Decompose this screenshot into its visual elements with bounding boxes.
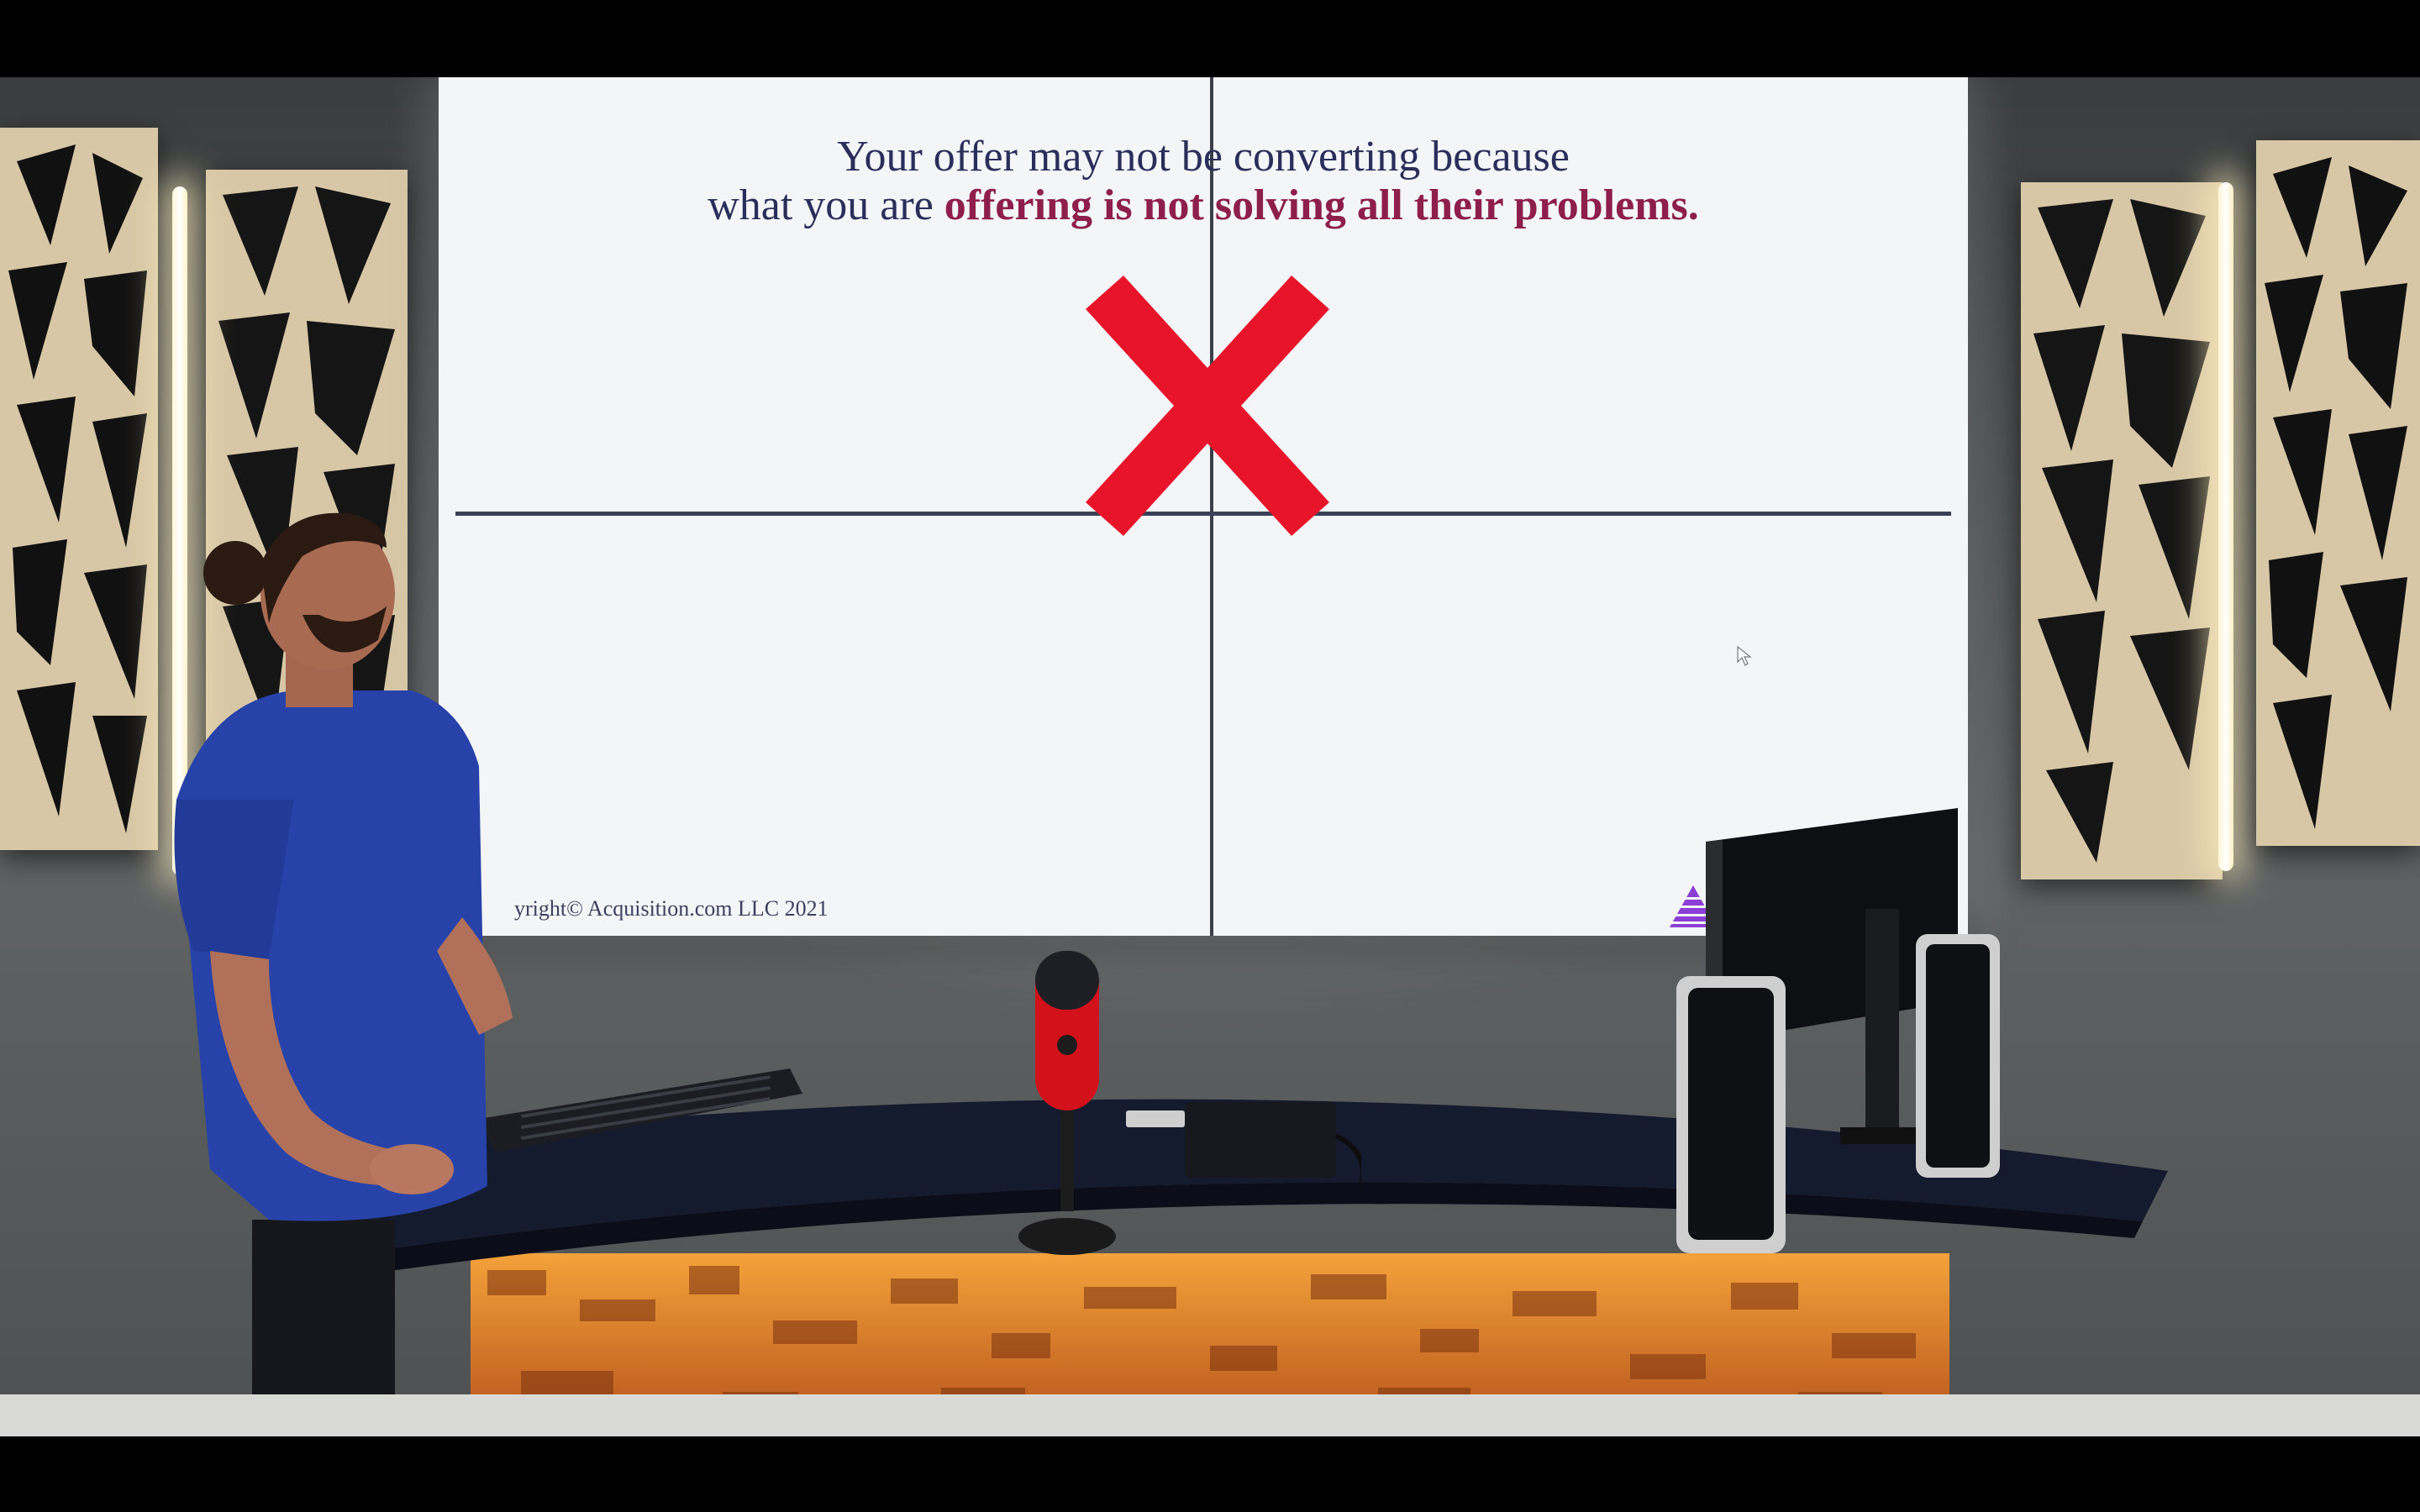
wall-panel-right — [2021, 182, 2223, 879]
slide-title-line-1: Your offer may not be converting because — [837, 133, 1570, 181]
floor-trim — [0, 1394, 2420, 1436]
mouse-cursor-icon — [1737, 645, 1752, 666]
microphone — [1018, 951, 1116, 1255]
slide-title-line-2: what you are offering is not solving all… — [439, 181, 1968, 230]
wall-panel-far-left — [0, 128, 158, 850]
video-frame: Your offer may not be converting because… — [0, 0, 2420, 1512]
led-strip-right — [2218, 182, 2233, 871]
speaker-left — [1676, 976, 1786, 1253]
audio-mixer — [1126, 1102, 1361, 1186]
slide-title-emphasis: offering is not solving all their proble… — [944, 181, 1699, 229]
presentation-screen: Your offer may not be converting because… — [439, 77, 1968, 936]
slide-title-plain: what you are — [708, 181, 944, 229]
slide-title: Your offer may not be converting because… — [439, 133, 1968, 230]
wall-panel-far-right — [2256, 140, 2420, 846]
presenter-person — [174, 512, 513, 1436]
red-x-icon — [1086, 276, 1329, 536]
studio-scene: Your offer may not be converting because… — [0, 77, 2420, 1436]
speaker-right — [1916, 934, 2000, 1178]
